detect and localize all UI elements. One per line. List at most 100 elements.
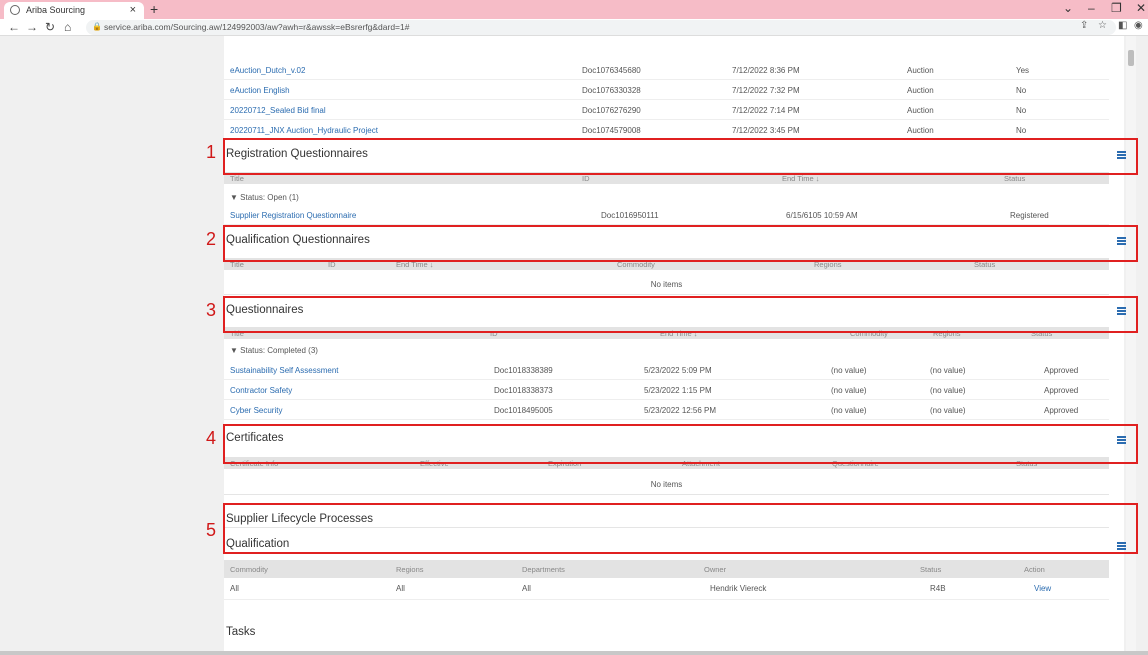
highlight-box-lifecycle (223, 503, 1138, 554)
table-row[interactable]: eAuction English Doc1076330328 7/12/2022… (224, 80, 1109, 100)
lifecycle-commodity: All (230, 584, 239, 593)
status-group-toggle[interactable]: ▼ Status: Completed (3) (230, 346, 318, 355)
column-header-action[interactable]: Action (1024, 565, 1045, 574)
questionnaire-regions: (no value) (930, 386, 966, 395)
event-title-link[interactable]: eAuction English (230, 86, 290, 95)
table-row[interactable]: Contractor Safety Doc1018338373 5/23/202… (224, 380, 1109, 400)
empty-state-text: No items (650, 480, 683, 489)
profile-icon[interactable]: ◉ (1134, 20, 1143, 31)
column-header-title[interactable]: Title (230, 174, 244, 183)
forward-icon[interactable]: → (26, 20, 38, 34)
questionnaire-end-time: 6/15/6105 10:59 AM (786, 211, 858, 220)
questionnaire-title-link[interactable]: Supplier Registration Questionnaire (230, 211, 356, 220)
column-header-commodity[interactable]: Commodity (230, 565, 268, 574)
url-field[interactable]: 🔒 service.ariba.com/Sourcing.aw/12499200… (86, 20, 1116, 35)
view-link[interactable]: View (1034, 584, 1051, 593)
highlight-number: 4 (206, 428, 217, 448)
table-row[interactable]: All All All Hendrik Viereck R4B View (224, 578, 1109, 600)
questionnaire-regions: (no value) (930, 366, 966, 375)
column-header-departments[interactable]: Departments (522, 565, 565, 574)
questionnaire-commodity: (no value) (831, 366, 867, 375)
questionnaire-title-link[interactable]: Cyber Security (230, 406, 282, 415)
table-row[interactable]: 20220711_JNX Auction_Hydraulic Project D… (224, 120, 1109, 140)
questionnaire-id: Doc1018495005 (494, 406, 553, 415)
status-group-toggle[interactable]: ▼ Status: Open (1) (230, 193, 299, 202)
bookmark-star-icon[interactable]: ☆ (1098, 20, 1107, 31)
questionnaire-status: Approved (1044, 406, 1079, 415)
questionnaire-title-link[interactable]: Sustainability Self Assessment (230, 366, 339, 375)
questionnaire-regions: (no value) (930, 406, 966, 415)
tab-search-icon[interactable]: ⌄ (1063, 1, 1073, 15)
tasks-title: Tasks (226, 626, 256, 638)
event-status: No (1016, 106, 1027, 115)
event-type: Auction (907, 126, 934, 135)
divider (224, 494, 1109, 495)
new-tab-button[interactable]: + (150, 1, 158, 17)
event-end-time: 7/12/2022 7:14 PM (732, 106, 800, 115)
vertical-scrollbar[interactable] (1126, 36, 1136, 655)
questionnaire-status: Registered (1010, 211, 1049, 220)
questionnaire-commodity: (no value) (831, 386, 867, 395)
table-row[interactable]: 20220712_Sealed Bid final Doc1076276290 … (224, 100, 1109, 120)
highlight-number: 5 (206, 520, 217, 540)
questionnaire-end-time: 5/23/2022 12:56 PM (644, 406, 717, 415)
table-row[interactable]: Supplier Registration Questionnaire Doc1… (224, 205, 1109, 225)
browser-tab[interactable]: Ariba Sourcing × (4, 2, 144, 19)
sidebar-icon[interactable]: ◧ (1118, 20, 1127, 31)
column-header-regions[interactable]: Regions (396, 565, 424, 574)
restore-icon[interactable]: ❐ (1111, 1, 1122, 15)
back-icon[interactable]: ← (8, 20, 20, 34)
main-content: eAuction_Dutch_v.02 Doc1076345680 7/12/2… (224, 36, 1126, 655)
lifecycle-regions: All (396, 584, 405, 593)
event-status: No (1016, 126, 1027, 135)
questionnaire-title-link[interactable]: Contractor Safety (230, 386, 292, 395)
questionnaire-end-time: 5/23/2022 5:09 PM (644, 366, 712, 375)
column-header-end-time[interactable]: End Time ↓ (782, 174, 820, 183)
event-status: Yes (1016, 66, 1030, 75)
close-window-icon[interactable]: ✕ (1136, 1, 1146, 15)
highlight-number: 2 (206, 229, 217, 249)
questionnaire-id: Doc1018338373 (494, 386, 553, 395)
column-header-status[interactable]: Status (1004, 174, 1025, 183)
close-tab-icon[interactable]: × (130, 4, 136, 16)
questionnaire-status: Approved (1044, 366, 1079, 375)
event-id: Doc1076276290 (582, 106, 641, 115)
tab-title: Ariba Sourcing (26, 5, 86, 15)
empty-state-text: No items (650, 280, 683, 289)
event-type: Auction (907, 66, 934, 75)
highlight-number: 1 (206, 142, 217, 162)
highlight-box-questionnaires (223, 296, 1138, 333)
lifecycle-table-header: Commodity Regions Departments Owner Stat… (224, 560, 1109, 578)
column-header-status[interactable]: Status (920, 565, 941, 574)
questionnaire-end-time: 5/23/2022 1:15 PM (644, 386, 712, 395)
minimize-icon[interactable]: – (1088, 1, 1095, 15)
event-status: No (1016, 86, 1027, 95)
event-title-link[interactable]: 20220711_JNX Auction_Hydraulic Project (230, 126, 378, 135)
event-id: Doc1074579008 (582, 126, 641, 135)
table-row[interactable]: Cyber Security Doc1018495005 5/23/2022 1… (224, 400, 1109, 420)
questionnaire-status: Approved (1044, 386, 1079, 395)
event-title-link[interactable]: 20220712_Sealed Bid final (230, 106, 326, 115)
column-header-owner[interactable]: Owner (704, 565, 726, 574)
share-icon[interactable]: ⇪ (1080, 20, 1088, 31)
highlight-number: 3 (206, 300, 217, 320)
column-header-id[interactable]: ID (582, 174, 590, 183)
table-row[interactable]: eAuction_Dutch_v.02 Doc1076345680 7/12/2… (224, 60, 1109, 80)
event-end-time: 7/12/2022 3:45 PM (732, 126, 800, 135)
highlight-box-certificates (223, 424, 1138, 464)
table-row[interactable]: Sustainability Self Assessment Doc101833… (224, 360, 1109, 380)
event-id: Doc1076345680 (582, 66, 641, 75)
lifecycle-owner: Hendrik Viereck (710, 584, 767, 593)
reload-icon[interactable]: ↻ (45, 20, 55, 34)
scrollbar-thumb[interactable] (1128, 50, 1134, 66)
horizontal-scrollbar[interactable] (0, 651, 1148, 655)
questionnaire-id: Doc1016950111 (601, 211, 659, 220)
lifecycle-status: R4B (930, 584, 946, 593)
globe-icon (10, 5, 20, 15)
highlight-box-registration (223, 138, 1138, 175)
questionnaire-id: Doc1018338389 (494, 366, 553, 375)
url-text: service.ariba.com/Sourcing.aw/124992003/… (104, 22, 410, 32)
home-icon[interactable]: ⌂ (64, 20, 71, 34)
event-type: Auction (907, 106, 934, 115)
event-title-link[interactable]: eAuction_Dutch_v.02 (230, 66, 305, 75)
